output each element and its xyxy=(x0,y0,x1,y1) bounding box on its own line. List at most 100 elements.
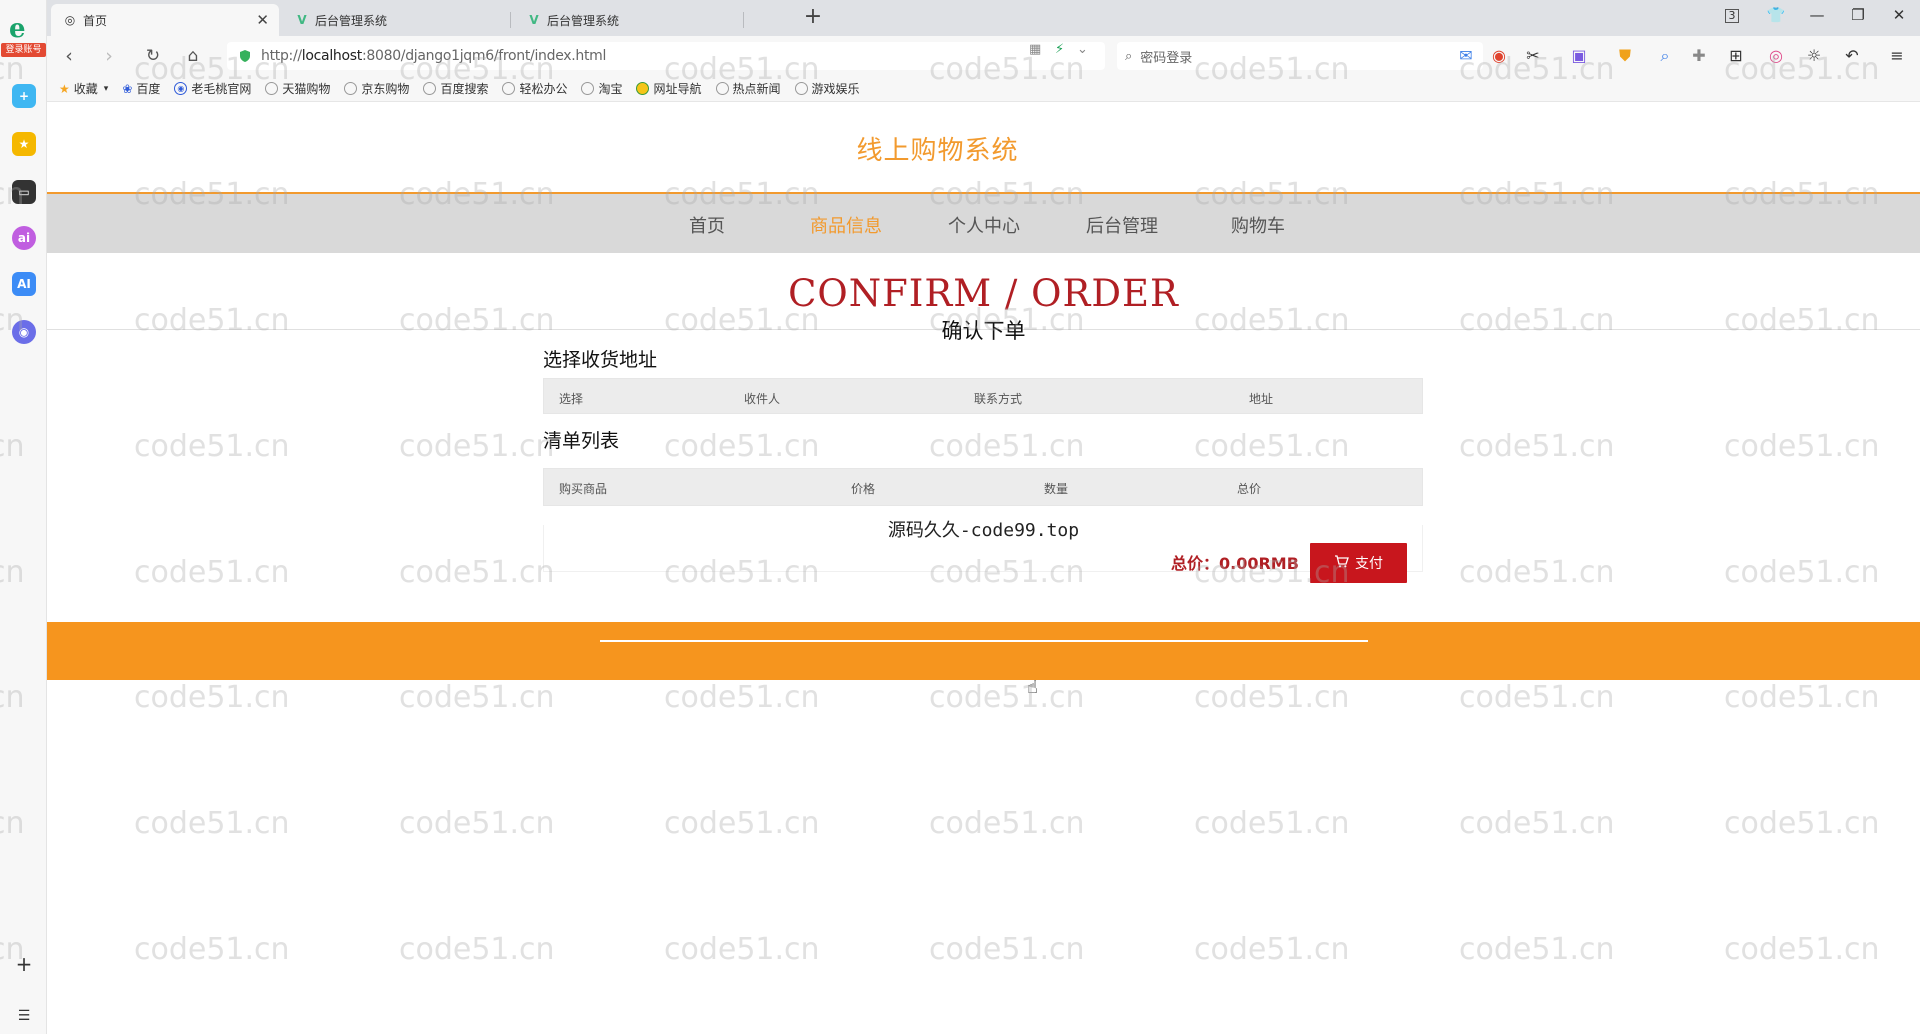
bookmark-item[interactable]: ◉ 老毛桃官网 xyxy=(174,80,251,97)
star-app-icon[interactable]: ★ xyxy=(12,132,36,156)
bookmark-item[interactable]: 天猫购物 xyxy=(265,80,330,97)
pay-button-label: 支付 xyxy=(1355,556,1383,572)
tab-label: 后台管理系统 xyxy=(547,13,620,28)
bookmark-item[interactable]: 轻松办公 xyxy=(502,80,567,97)
column-header: 总价 xyxy=(1237,482,1262,496)
cart-icon xyxy=(1334,554,1349,572)
browser-logo-icon[interactable]: e xyxy=(9,14,26,44)
shield-icon xyxy=(237,48,253,64)
tab-admin-2[interactable]: V 后台管理系统 xyxy=(515,4,743,36)
confirm-order-subheading: 确认下单 xyxy=(941,319,1026,343)
nav-cart[interactable]: 购物车 xyxy=(1231,212,1285,238)
address-section-title: 选择收货地址 xyxy=(543,349,658,371)
globe-icon: ◉ xyxy=(174,82,188,95)
colorful-ring-icon[interactable]: ◎ xyxy=(1766,46,1786,66)
main-nav: 首页 商品信息 个人中心 后台管理 购物车 xyxy=(47,192,1920,253)
undo-icon[interactable]: ↶ xyxy=(1842,46,1862,66)
source-footnote: 源码久久-code99.top xyxy=(887,520,1080,541)
bookmark-item[interactable]: 热点新闻 xyxy=(715,80,781,97)
tab-admin-1[interactable]: V 后台管理系统 xyxy=(283,4,511,36)
pay-button[interactable]: 支付 xyxy=(1310,543,1407,583)
bookmark-favorites[interactable]: ★ 收藏 ▾ xyxy=(59,80,108,97)
footer-line xyxy=(600,640,1368,642)
address-table-header: 选择 收件人 联系方式 地址 xyxy=(543,378,1423,414)
bookmark-label: 淘宝 xyxy=(598,82,623,96)
column-header: 选择 xyxy=(559,392,584,406)
shirt-icon[interactable]: 👕 xyxy=(1765,6,1787,24)
tab-separator xyxy=(743,12,744,28)
caret-down-icon: ▾ xyxy=(103,83,109,94)
vue-icon: V xyxy=(297,13,307,27)
search-icon: ⌕ xyxy=(1125,48,1133,64)
chevron-down-icon[interactable]: ⌄ xyxy=(1077,42,1088,57)
mail-icon[interactable]: ✉ xyxy=(1456,46,1476,66)
bookmarks-bar: ★ 收藏 ▾ ❀ 百度 ◉ 老毛桃官网 天猫购物 京东购物 百度搜索 轻松办公 淘宝… xyxy=(47,76,1920,102)
ai-app-icon[interactable]: AI xyxy=(12,272,36,296)
bot-app-icon[interactable]: ◉ xyxy=(12,320,36,344)
tab-home[interactable]: ◎ 首页 ✕ xyxy=(51,4,279,36)
scissors-icon[interactable]: ✂ xyxy=(1523,46,1543,66)
column-header: 地址 xyxy=(1249,392,1274,406)
translate-icon[interactable]: ▣ xyxy=(1569,46,1589,66)
bookmark-item[interactable]: 京东购物 xyxy=(344,80,409,97)
tab-count-badge[interactable]: 3 xyxy=(1725,9,1739,23)
bookmark-item[interactable]: 淘宝 xyxy=(581,80,622,97)
login-badge[interactable]: 登录账号 xyxy=(1,43,46,57)
column-header: 联系方式 xyxy=(974,392,1023,406)
globe-icon xyxy=(265,82,279,95)
confirm-order-heading: CONFIRM / ORDER xyxy=(788,272,1179,315)
bookmark-item[interactable]: 百度搜索 xyxy=(423,80,488,97)
search-box[interactable]: ⌕ 密码登录 xyxy=(1117,42,1483,70)
bookmark-item[interactable]: ❀ 百度 xyxy=(122,80,160,97)
nav-products[interactable]: 商品信息 xyxy=(810,212,882,238)
restore-icon[interactable]: ❐ xyxy=(1847,6,1869,24)
bookmark-label: 网址导航 xyxy=(653,82,702,96)
home-icon[interactable]: ⌂ xyxy=(181,44,205,68)
brightness-icon[interactable]: ☼ xyxy=(1804,46,1824,66)
plus-app-icon[interactable]: + xyxy=(12,84,36,108)
bookmark-label: 老毛桃官网 xyxy=(191,82,252,96)
globe-icon xyxy=(581,82,595,95)
address-bar[interactable]: http://localhost:8080/django1jqm6/front/… xyxy=(227,42,1105,70)
back-icon[interactable]: ‹ xyxy=(57,44,81,68)
nav-personal-center[interactable]: 个人中心 xyxy=(948,212,1020,238)
screen: e 登录账号 + ★ ▭ ai AI ◉ + ☰ ◎ 首页 ✕ V 后台管理系统… xyxy=(0,0,1920,1034)
forward-icon[interactable]: › xyxy=(97,44,121,68)
menu-icon[interactable]: ≡ xyxy=(1887,46,1907,66)
tab-bar: ◎ 首页 ✕ V 后台管理系统 V 后台管理系统 + 3 👕 — ❐ ✕ xyxy=(47,0,1920,36)
qr-icon[interactable]: ▦ xyxy=(1029,42,1041,57)
weibo-icon[interactable]: ◉ xyxy=(1489,46,1509,66)
column-header: 购买商品 xyxy=(559,482,608,496)
bookmark-item[interactable]: 网址导航 xyxy=(636,80,702,97)
reload-icon[interactable]: ↻ xyxy=(141,44,165,68)
new-tab-button[interactable]: + xyxy=(799,4,827,32)
close-icon[interactable]: ✕ xyxy=(256,11,269,29)
lightning-icon[interactable]: ⚡ xyxy=(1055,42,1064,57)
left-app-bar: e 登录账号 + ★ ▭ ai AI ◉ + ☰ xyxy=(0,0,47,1034)
order-total: 总价：0.00RMB xyxy=(1171,554,1299,573)
item-list-header: 购买商品 价格 数量 总价 xyxy=(543,468,1423,506)
vue-icon: V xyxy=(529,13,539,27)
bookmark-label: 百度搜索 xyxy=(440,82,489,96)
magnifier-icon[interactable]: ⌕ xyxy=(1655,46,1675,66)
ai-circle-icon[interactable]: ai xyxy=(12,226,36,250)
tab-separator xyxy=(510,12,511,28)
baidu-icon: ❀ xyxy=(122,81,133,96)
bookmark-label: 天猫购物 xyxy=(282,82,331,96)
shield-extension-icon[interactable]: ⛊ xyxy=(1615,46,1635,66)
nav-icon xyxy=(636,82,650,95)
add-icon[interactable]: + xyxy=(12,952,36,976)
list-icon[interactable]: ☰ xyxy=(12,1004,36,1028)
grid-icon[interactable]: ⊞ xyxy=(1726,46,1746,66)
column-header: 数量 xyxy=(1044,482,1069,496)
nav-home[interactable]: 首页 xyxy=(689,212,725,238)
bookmark-item[interactable]: 游戏娱乐 xyxy=(794,80,860,97)
tab-label: 后台管理系统 xyxy=(315,13,388,28)
close-window-icon[interactable]: ✕ xyxy=(1888,6,1910,24)
url-text[interactable]: http://localhost:8080/django1jqm6/front/… xyxy=(261,48,606,64)
nav-admin[interactable]: 后台管理 xyxy=(1086,212,1158,238)
puzzle-icon[interactable]: ✚ xyxy=(1689,46,1709,66)
chat-app-icon[interactable]: ▭ xyxy=(12,180,36,204)
bookmark-label: 热点新闻 xyxy=(732,82,781,96)
minimize-icon[interactable]: — xyxy=(1806,6,1828,24)
